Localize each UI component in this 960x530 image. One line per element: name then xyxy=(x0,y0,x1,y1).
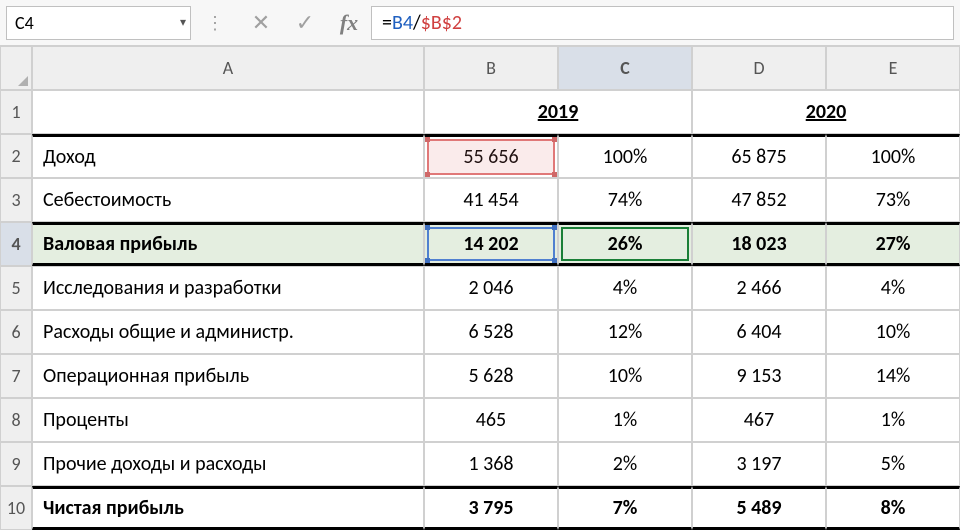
row-header-3[interactable]: 3 xyxy=(0,178,32,222)
row-header-5[interactable]: 5 xyxy=(0,266,32,310)
name-box[interactable]: C4 ▾ xyxy=(6,6,191,40)
cell-a10[interactable]: Чистая прибыль xyxy=(32,486,424,530)
select-all-corner[interactable] xyxy=(0,46,32,90)
row-header-8[interactable]: 8 xyxy=(0,398,32,442)
cell-d9[interactable]: 3 197 xyxy=(692,442,826,486)
cell-c10[interactable]: 7% xyxy=(558,486,692,530)
row-header-1[interactable]: 1 xyxy=(0,90,32,134)
cell-e7[interactable]: 14% xyxy=(826,354,960,398)
cell-b5[interactable]: 2 046 xyxy=(424,266,558,310)
formula-bar-separator-icon: ⋮ xyxy=(191,12,239,34)
cell-e5[interactable]: 4% xyxy=(826,266,960,310)
cell-b3[interactable]: 41 454 xyxy=(424,178,558,222)
cell-c2[interactable]: 100% xyxy=(558,134,692,178)
cell-a9[interactable]: Прочие доходы и расходы xyxy=(32,442,424,486)
cell-a6[interactable]: Расходы общие и администр. xyxy=(32,310,424,354)
cell-c4-value: 26% xyxy=(608,232,643,256)
insert-function-button[interactable]: fx xyxy=(327,6,371,40)
cell-a7[interactable]: Операционная прибыль xyxy=(32,354,424,398)
cell-a8[interactable]: Проценты xyxy=(32,398,424,442)
cell-b4-value: 14 202 xyxy=(463,232,518,256)
cell-e6[interactable]: 10% xyxy=(826,310,960,354)
column-header-a[interactable]: A xyxy=(32,46,424,90)
cell-e9[interactable]: 5% xyxy=(826,442,960,486)
ref-handle-icon xyxy=(552,172,558,178)
ref-handle-icon xyxy=(552,134,558,142)
formula-token-ref-b2: $B$2 xyxy=(421,11,462,35)
ref-handle-icon xyxy=(424,258,430,266)
row-header-2[interactable]: 2 xyxy=(0,134,32,178)
cell-c6[interactable]: 12% xyxy=(558,310,692,354)
formula-token-equals: = xyxy=(382,11,392,35)
cell-d3[interactable]: 47 852 xyxy=(692,178,826,222)
cell-a2[interactable]: Доход xyxy=(32,134,424,178)
cell-a4[interactable]: Валовая прибыль xyxy=(32,222,424,266)
cell-e4[interactable]: 27% xyxy=(826,222,960,266)
cell-b7[interactable]: 5 628 xyxy=(424,354,558,398)
cell-b6[interactable]: 6 528 xyxy=(424,310,558,354)
cell-d7[interactable]: 9 153 xyxy=(692,354,826,398)
cell-a5[interactable]: Исследования и разработки xyxy=(32,266,424,310)
cell-b2[interactable]: 55 656 xyxy=(424,134,558,178)
cell-b2-value: 55 656 xyxy=(463,145,518,169)
cell-d2[interactable]: 65 875 xyxy=(692,134,826,178)
name-box-dropdown-icon[interactable]: ▾ xyxy=(180,15,186,30)
cell-c9[interactable]: 2% xyxy=(558,442,692,486)
row-header-4[interactable]: 4 xyxy=(0,222,32,266)
row-header-9[interactable]: 9 xyxy=(0,442,32,486)
formula-input[interactable]: = B4 / $B$2 xyxy=(371,6,954,40)
column-header-d[interactable]: D xyxy=(692,46,826,90)
formula-bar: C4 ▾ ⋮ ✕ ✓ fx = B4 / $B$2 xyxy=(0,0,960,46)
row-header-10[interactable]: 10 xyxy=(0,486,32,530)
cell-e8[interactable]: 1% xyxy=(826,398,960,442)
cell-e10[interactable]: 8% xyxy=(826,486,960,530)
cell-e2[interactable]: 100% xyxy=(826,134,960,178)
spreadsheet-grid[interactable]: A B C D E 1 2019 2020 2 Доход 55 656 100… xyxy=(0,46,960,530)
cell-c3[interactable]: 74% xyxy=(558,178,692,222)
column-header-b[interactable]: B xyxy=(424,46,558,90)
column-header-c[interactable]: C xyxy=(558,46,692,90)
cell-year-2020[interactable]: 2020 xyxy=(692,90,960,134)
cell-d8[interactable]: 467 xyxy=(692,398,826,442)
formula-token-ref-b4: B4 xyxy=(392,11,413,35)
cell-c7[interactable]: 10% xyxy=(558,354,692,398)
cell-d6[interactable]: 6 404 xyxy=(692,310,826,354)
cell-b10[interactable]: 3 795 xyxy=(424,486,558,530)
ref-handle-icon xyxy=(424,222,430,230)
cell-a3[interactable]: Себестоимость xyxy=(32,178,424,222)
ref-handle-icon xyxy=(424,134,430,142)
cell-d5[interactable]: 2 466 xyxy=(692,266,826,310)
cell-d10[interactable]: 5 489 xyxy=(692,486,826,530)
row-header-7[interactable]: 7 xyxy=(0,354,32,398)
accept-button[interactable]: ✓ xyxy=(283,6,327,40)
cell-b9[interactable]: 1 368 xyxy=(424,442,558,486)
cell-a1[interactable] xyxy=(32,90,424,134)
active-cell-reference: C4 xyxy=(7,12,34,34)
row-header-6[interactable]: 6 xyxy=(0,310,32,354)
formula-token-divide: / xyxy=(413,11,421,35)
cell-b8[interactable]: 465 xyxy=(424,398,558,442)
cell-c5[interactable]: 4% xyxy=(558,266,692,310)
ref-handle-icon xyxy=(424,172,430,178)
cell-year-2019[interactable]: 2019 xyxy=(424,90,692,134)
column-header-e[interactable]: E xyxy=(826,46,960,90)
cell-c4[interactable]: 26% xyxy=(558,222,692,266)
cancel-button[interactable]: ✕ xyxy=(239,6,283,40)
cell-b4[interactable]: 14 202 xyxy=(424,222,558,266)
cell-e3[interactable]: 73% xyxy=(826,178,960,222)
cell-c8[interactable]: 1% xyxy=(558,398,692,442)
cell-d4[interactable]: 18 023 xyxy=(692,222,826,266)
